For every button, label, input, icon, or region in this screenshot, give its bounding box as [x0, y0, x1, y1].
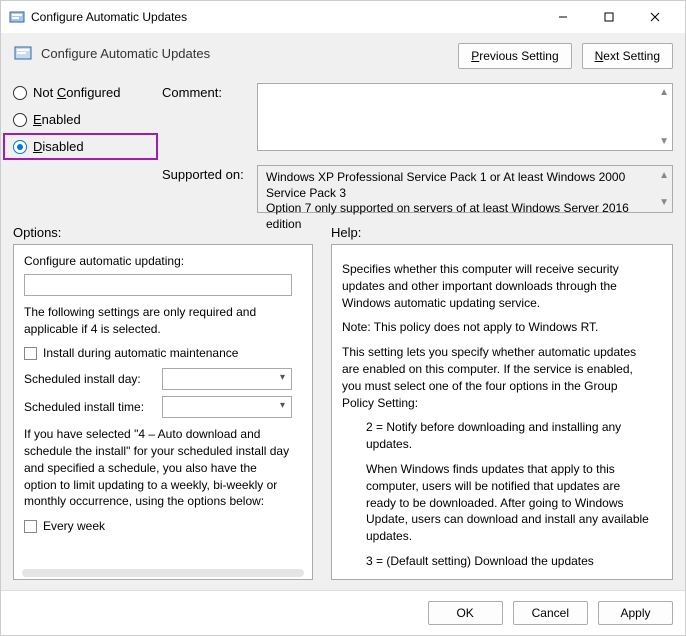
horizontal-scrollbar[interactable]: [22, 569, 304, 577]
policy-titlebar-icon: [9, 9, 25, 25]
scheduled-day-row: Scheduled install day:: [24, 368, 292, 390]
checkbox-icon: [24, 347, 37, 360]
next-setting-button[interactable]: Next Setting: [582, 43, 673, 69]
policy-name: Configure Automatic Updates: [41, 46, 210, 61]
help-panel: Specifies whether this computer will rec…: [331, 244, 673, 580]
checkbox-icon: [24, 520, 37, 533]
panel-labels: Options: Help:: [13, 225, 673, 240]
install-maintenance-checkbox[interactable]: Install during automatic maintenance: [24, 345, 292, 362]
state-radio-group: Not Configured Enabled Disabled: [13, 83, 148, 213]
every-week-checkbox[interactable]: Every week: [24, 518, 292, 535]
radio-enabled[interactable]: Enabled: [13, 112, 148, 127]
policy-icon: [13, 43, 33, 63]
supported-row: Supported on: Windows XP Professional Se…: [162, 165, 673, 213]
install-maintenance-label: Install during automatic maintenance: [43, 345, 238, 362]
help-p3: This setting lets you specify whether au…: [342, 344, 652, 411]
header-row: Configure Automatic Updates Previous Set…: [13, 43, 673, 69]
help-p5: When Windows finds updates that apply to…: [366, 461, 652, 545]
supported-text-box: Windows XP Professional Service Pack 1 o…: [257, 165, 673, 213]
scheduled-time-label: Scheduled install time:: [24, 399, 154, 416]
footer: OK Cancel Apply: [1, 590, 685, 635]
help-label: Help:: [331, 225, 361, 240]
scheduled-time-dropdown[interactable]: [162, 396, 292, 418]
options-panel: Configure automatic updating: The follow…: [13, 244, 313, 580]
scheduled-time-row: Scheduled install time:: [24, 396, 292, 418]
scroll-down-icon[interactable]: ▼: [659, 196, 669, 209]
supported-text: Windows XP Professional Service Pack 1 o…: [266, 170, 632, 231]
scroll-up-icon[interactable]: ▲: [659, 87, 669, 98]
radio-disabled[interactable]: Disabled: [3, 133, 158, 160]
cancel-button[interactable]: Cancel: [513, 601, 588, 625]
ok-button[interactable]: OK: [428, 601, 503, 625]
dialog-window: Configure Automatic Updates Configure Au…: [0, 0, 686, 636]
apply-button[interactable]: Apply: [598, 601, 673, 625]
nav-buttons: Previous Setting Next Setting: [458, 43, 673, 69]
scroll-up-icon[interactable]: ▲: [659, 169, 669, 182]
comment-row: Comment: ▲ ▼: [162, 83, 673, 151]
scheduled-day-dropdown[interactable]: [162, 368, 292, 390]
help-p1: Specifies whether this computer will rec…: [342, 261, 652, 311]
window-controls: [541, 3, 677, 31]
help-p2: Note: This policy does not apply to Wind…: [342, 319, 652, 336]
help-p4: 2 = Notify before downloading and instal…: [366, 419, 652, 453]
supported-label: Supported on:: [162, 165, 247, 213]
header-left: Configure Automatic Updates: [13, 43, 458, 63]
configure-updating-dropdown[interactable]: [24, 274, 292, 296]
info-column: Comment: ▲ ▼ Supported on: Windows XP Pr…: [162, 83, 673, 213]
radio-not-configured[interactable]: Not Configured: [13, 85, 148, 100]
window-title: Configure Automatic Updates: [31, 10, 541, 24]
options-note: The following settings are only required…: [24, 304, 292, 338]
scheduled-day-label: Scheduled install day:: [24, 371, 154, 388]
close-button[interactable]: [633, 3, 677, 31]
configure-updating-label: Configure automatic updating:: [24, 253, 292, 270]
dialog-body: Configure Automatic Updates Previous Set…: [1, 33, 685, 590]
previous-setting-button[interactable]: Previous Setting: [458, 43, 571, 69]
config-row: Not Configured Enabled Disabled Comment:…: [13, 83, 673, 213]
comment-textarea[interactable]: ▲ ▼: [257, 83, 673, 151]
radio-icon: [13, 113, 27, 127]
options-scroll[interactable]: Configure automatic updating: The follow…: [24, 253, 302, 571]
help-scroll[interactable]: Specifies whether this computer will rec…: [342, 253, 662, 571]
comment-label: Comment:: [162, 83, 247, 151]
maximize-button[interactable]: [587, 3, 631, 31]
options-note2: If you have selected "4 – Auto download …: [24, 426, 292, 510]
titlebar: Configure Automatic Updates: [1, 1, 685, 33]
scroll-down-icon[interactable]: ▼: [659, 136, 669, 147]
every-week-label: Every week: [43, 518, 105, 535]
radio-icon-checked: [13, 140, 27, 154]
minimize-button[interactable]: [541, 3, 585, 31]
help-p6: 3 = (Default setting) Download the updat…: [366, 553, 652, 571]
panels-row: Configure automatic updating: The follow…: [13, 244, 673, 580]
radio-icon: [13, 86, 27, 100]
